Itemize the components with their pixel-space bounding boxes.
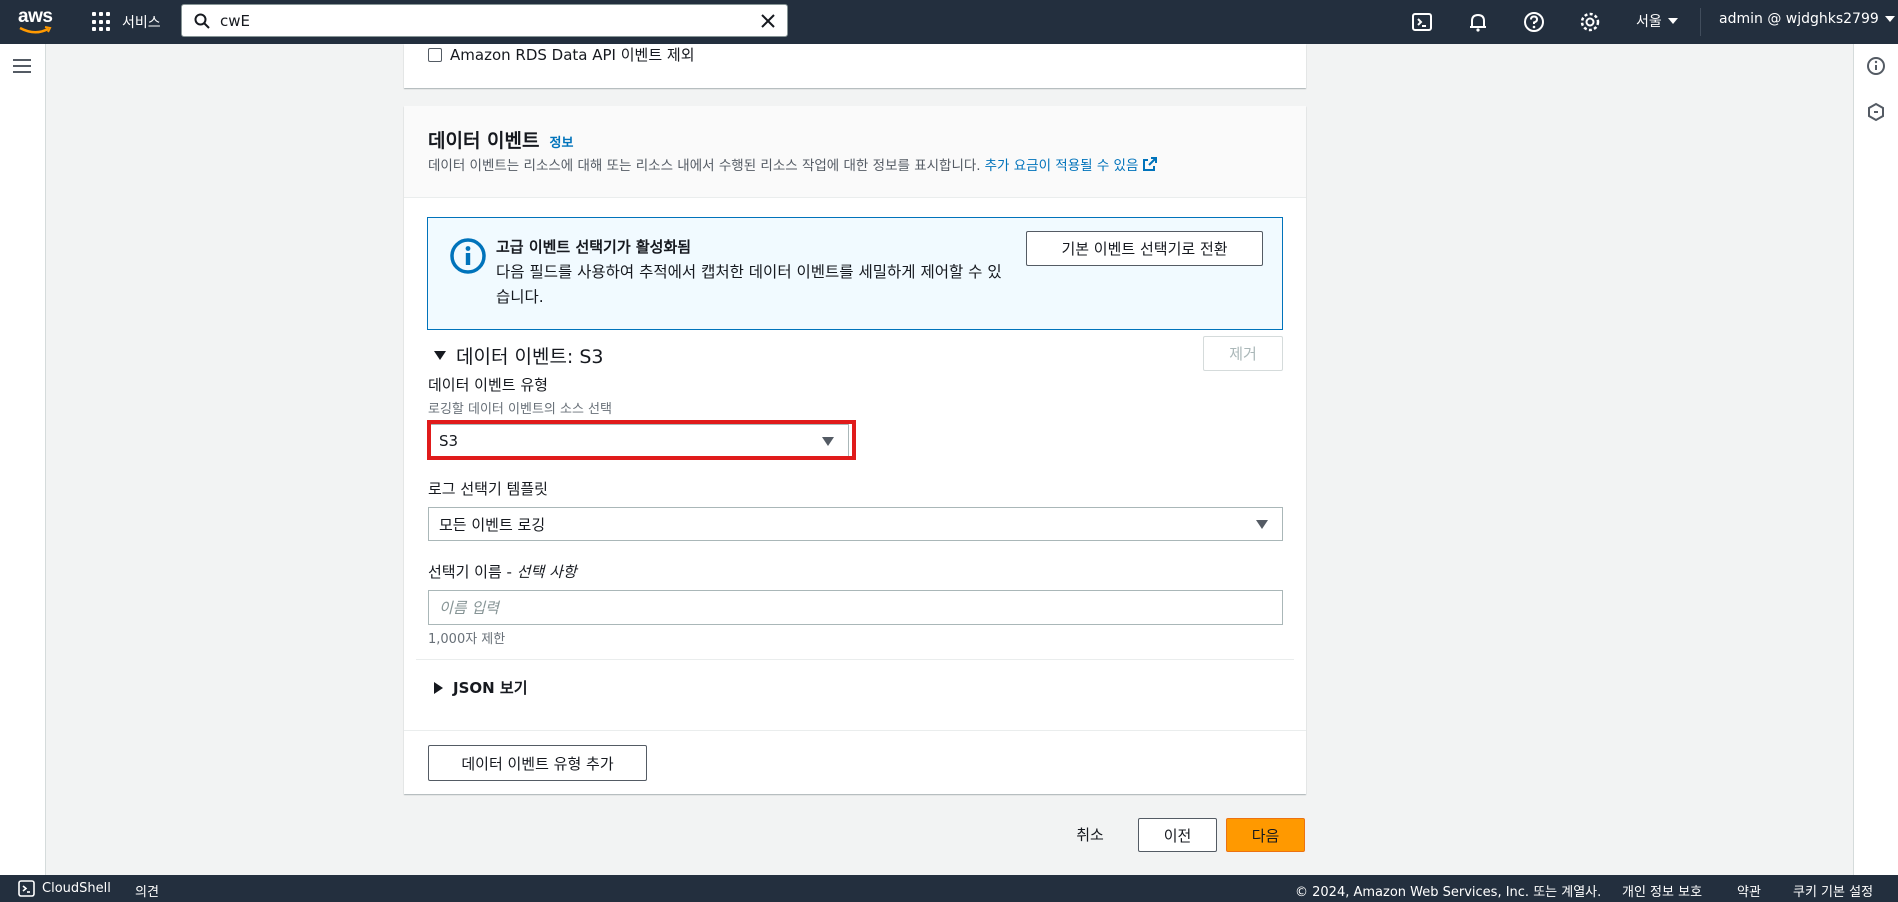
- additional-charges-link[interactable]: 추가 요금이 적용될 수 있음: [985, 154, 1139, 174]
- switch-to-basic-selectors-button[interactable]: 기본 이벤트 선택기로 전환: [1026, 231, 1263, 266]
- highlight-box: [427, 420, 856, 460]
- feedback-link[interactable]: 의견: [135, 881, 159, 900]
- nav-divider: [1700, 8, 1701, 36]
- chevron-down-icon: [1884, 16, 1895, 22]
- hexagon-icon[interactable]: [1866, 102, 1886, 122]
- notifications-bell-icon[interactable]: [1467, 11, 1489, 33]
- alert-body: 다음 필드를 사용하여 추적에서 캡처한 데이터 이벤트를 세밀하게 제어할 수…: [496, 263, 1002, 306]
- cookie-preferences-link[interactable]: 쿠키 기본 설정: [1793, 881, 1873, 900]
- footer-bar: CloudShell 의견 © 2024, Amazon Web Service…: [0, 875, 1898, 902]
- exclude-rds-data-api-row: Amazon RDS Data API 이벤트 제외: [428, 44, 695, 65]
- selector-name-input[interactable]: [428, 590, 1283, 625]
- cancel-button[interactable]: 취소: [1060, 816, 1120, 852]
- right-rail: [1853, 44, 1898, 875]
- log-selector-template-label: 로그 선택기 템플릿: [428, 480, 548, 498]
- data-events-card: 데이터 이벤트 정보 데이터 이벤트는 리소스에 대해 또는 리소스 내에서 수…: [404, 106, 1306, 794]
- selector-name-hint: 1,000자 제한: [428, 632, 506, 647]
- log-selector-template-value: 모든 이벤트 로깅: [439, 515, 546, 534]
- selector-name-optional: 선택 사항: [516, 563, 577, 581]
- terms-link[interactable]: 약관: [1737, 881, 1761, 900]
- data-event-s3-toggle[interactable]: 데이터 이벤트: S3: [434, 342, 604, 369]
- selector-name-label: 선택기 이름 -: [428, 563, 517, 581]
- previous-button[interactable]: 이전: [1138, 818, 1217, 852]
- exclude-rds-data-api-label: Amazon RDS Data API 이벤트 제외: [450, 46, 695, 64]
- divider: [416, 659, 1294, 660]
- region-selector[interactable]: 서울: [1636, 11, 1678, 31]
- search-input[interactable]: [220, 11, 740, 30]
- menu-icon[interactable]: [13, 59, 31, 73]
- cloudshell-icon[interactable]: [18, 880, 35, 897]
- next-button[interactable]: 다음: [1226, 818, 1305, 852]
- log-selector-template-select[interactable]: 모든 이벤트 로깅: [428, 507, 1283, 541]
- info-circle-icon: [450, 238, 486, 274]
- account-label: admin @ wjdghks2799: [1719, 11, 1879, 27]
- caret-down-icon: [1256, 520, 1268, 529]
- caret-down-icon: [434, 351, 446, 360]
- settings-gear-icon[interactable]: [1579, 11, 1601, 33]
- region-label: 서울: [1636, 14, 1662, 30]
- caret-right-icon: [434, 681, 443, 694]
- data-events-header: 데이터 이벤트 정보 데이터 이벤트는 리소스에 대해 또는 리소스 내에서 수…: [404, 106, 1306, 198]
- remove-button[interactable]: 제거: [1203, 336, 1283, 371]
- aws-smile-icon: [19, 26, 52, 34]
- data-events-title-row: 데이터 이벤트 정보: [428, 126, 573, 153]
- advanced-selectors-alert: 고급 이벤트 선택기가 활성화됨 다음 필드를 사용하여 추적에서 캡처한 데이…: [427, 217, 1283, 330]
- close-icon[interactable]: [759, 12, 777, 30]
- help-icon[interactable]: [1523, 11, 1545, 33]
- services-menu-button[interactable]: 서비스: [92, 10, 161, 34]
- copyright-text: © 2024, Amazon Web Services, Inc. 또는 계열사…: [1295, 885, 1602, 900]
- cloudshell-icon[interactable]: [1411, 11, 1433, 33]
- left-rail: [0, 44, 46, 875]
- cloudshell-link[interactable]: CloudShell: [42, 881, 111, 896]
- data-events-description: 데이터 이벤트는 리소스에 대해 또는 리소스 내에서 수행된 리소스 작업에 …: [428, 158, 981, 174]
- services-label: 서비스: [122, 15, 161, 31]
- page-title: 데이터 이벤트: [428, 130, 540, 152]
- event-type-label: 데이터 이벤트 유형: [428, 376, 548, 394]
- search-icon: [194, 13, 210, 29]
- search-box: [181, 4, 788, 37]
- data-events-description-row: 데이터 이벤트는 리소스에 대해 또는 리소스 내에서 수행된 리소스 작업에 …: [428, 154, 1158, 174]
- data-event-section-title: 데이터 이벤트: S3: [456, 346, 604, 368]
- external-link-icon[interactable]: [1142, 156, 1158, 172]
- aws-logo[interactable]: aws: [18, 6, 58, 36]
- top-navigation: aws 서비스 cwE 서울 admin @ wjdghks2799: [0, 0, 1898, 44]
- add-data-event-type-button[interactable]: 데이터 이벤트 유형 추가: [428, 745, 647, 781]
- selector-name-label-row: 선택기 이름 - 선택 사항: [428, 561, 577, 582]
- data-events-footer: 데이터 이벤트 유형 추가: [404, 730, 1306, 794]
- info-link[interactable]: 정보: [550, 132, 574, 151]
- grid-icon: [92, 12, 112, 32]
- info-icon[interactable]: [1866, 56, 1886, 76]
- json-view-label: JSON 보기: [453, 679, 528, 697]
- account-menu[interactable]: admin @ wjdghks2799: [1719, 11, 1895, 27]
- json-view-toggle[interactable]: JSON 보기: [434, 677, 528, 698]
- chevron-down-icon: [1667, 18, 1678, 24]
- event-type-hint: 로깅할 데이터 이벤트의 소스 선택: [428, 402, 612, 417]
- management-events-card: Amazon RDS Data API 이벤트 제외: [404, 44, 1306, 88]
- privacy-link[interactable]: 개인 정보 보호: [1622, 881, 1702, 900]
- aws-logo-text: aws: [18, 6, 53, 27]
- exclude-rds-data-api-checkbox[interactable]: [428, 47, 442, 62]
- alert-title: 고급 이벤트 선택기가 활성화됨: [496, 238, 692, 256]
